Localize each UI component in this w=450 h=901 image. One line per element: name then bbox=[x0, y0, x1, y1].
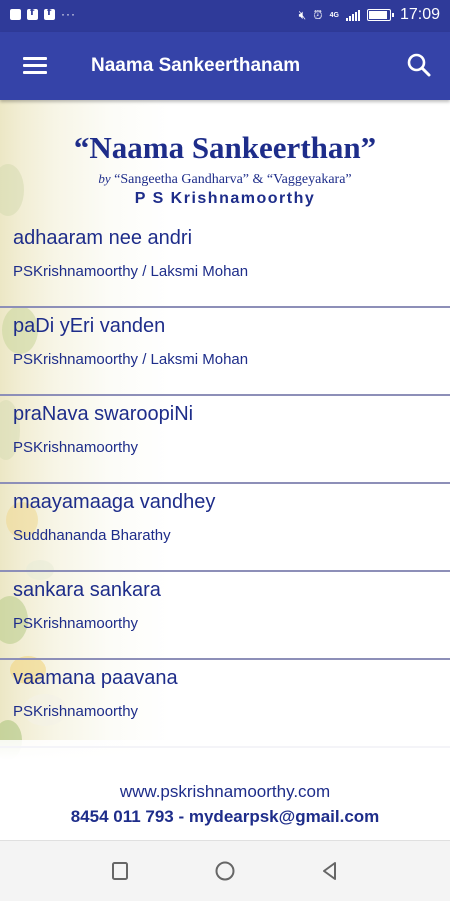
list-item[interactable]: paDi yEri vanden PSKrishnamoorthy / Laks… bbox=[0, 308, 450, 396]
back-button[interactable] bbox=[318, 859, 342, 883]
main-content: “Naama Sankeerthan” by “Sangeetha Gandha… bbox=[0, 100, 450, 840]
battery-icon bbox=[366, 9, 394, 21]
more-notifications-indicator: ··· bbox=[61, 7, 76, 21]
song-title: maayamaaga vandhey bbox=[13, 491, 216, 513]
list-item[interactable]: sankara sankara PSKrishnamoorthy bbox=[0, 572, 450, 660]
system-nav-bar bbox=[0, 840, 450, 901]
alarm-icon: ⏰︎ bbox=[313, 7, 323, 22]
banner-byline: by “Sangeetha Gandharva” & “Vaggeyakara” bbox=[0, 171, 450, 188]
mute-icon: 🔇︎ bbox=[298, 7, 307, 22]
banner: “Naama Sankeerthan” by “Sangeetha Gandha… bbox=[0, 100, 450, 220]
app-title: Naama Sankeerthanam bbox=[91, 55, 301, 76]
song-list: adhaaram nee andri PSKrishnamoorthy / La… bbox=[0, 220, 450, 748]
song-author: PSKrishnamoorthy bbox=[13, 703, 139, 720]
banner-by-word: by bbox=[98, 171, 111, 186]
list-item[interactable]: maayamaaga vandhey Suddhananda Bharathy bbox=[0, 484, 450, 572]
app-bar: Naama Sankeerthanam bbox=[0, 32, 450, 100]
list-item[interactable]: adhaaram nee andri PSKrishnamoorthy / La… bbox=[0, 220, 450, 308]
search-icon bbox=[407, 53, 431, 77]
notification-icons: ··· bbox=[10, 7, 76, 21]
song-author: Suddhananda Bharathy bbox=[13, 527, 171, 544]
list-item[interactable]: praNava swaroopiNi PSKrishnamoorthy bbox=[0, 396, 450, 484]
banner-author: P S Krishnamoorthy bbox=[134, 190, 316, 207]
song-author: PSKrishnamoorthy / Laksmi Mohan bbox=[13, 351, 249, 368]
song-title: praNava swaroopiNi bbox=[13, 403, 194, 425]
song-author: PSKrishnamoorthy / Laksmi Mohan bbox=[13, 263, 249, 280]
list-item[interactable]: vaamana paavana PSKrishnamoorthy bbox=[0, 660, 450, 748]
search-button[interactable] bbox=[406, 52, 432, 78]
song-title: sankara sankara bbox=[13, 579, 161, 601]
signal-icon bbox=[345, 9, 360, 21]
status-bar: ··· 🔇︎ ⏰︎ 4G 17:09 bbox=[0, 0, 450, 32]
song-title: paDi yEri vanden bbox=[13, 315, 166, 337]
footer-website-link[interactable]: www.pskrishnamoorthy.com bbox=[0, 782, 450, 802]
recents-button[interactable] bbox=[108, 859, 132, 883]
facebook-icon bbox=[44, 7, 55, 20]
home-icon bbox=[215, 861, 235, 881]
back-icon bbox=[323, 862, 336, 880]
clock: 17:09 bbox=[399, 6, 440, 23]
recents-icon bbox=[112, 862, 128, 880]
song-author: PSKrishnamoorthy bbox=[13, 439, 139, 456]
footer-contact-link[interactable]: 8454 011 793 - mydearpsk@gmail.com bbox=[0, 807, 450, 827]
photo-icon bbox=[10, 9, 21, 20]
network-type: 4G bbox=[329, 11, 339, 19]
song-author: PSKrishnamoorthy bbox=[13, 615, 139, 632]
menu-button[interactable] bbox=[23, 54, 49, 76]
home-button[interactable] bbox=[213, 859, 237, 883]
banner-title: “Naama Sankeerthan” bbox=[73, 130, 377, 165]
banner-by-text: “Sangeetha Gandharva” & “Vaggeyakara” bbox=[114, 172, 352, 187]
facebook-icon bbox=[27, 7, 38, 20]
song-title: adhaaram nee andri bbox=[13, 227, 193, 249]
system-icons: 🔇︎ ⏰︎ 4G 17:09 bbox=[299, 6, 440, 24]
song-title: vaamana paavana bbox=[13, 667, 178, 689]
